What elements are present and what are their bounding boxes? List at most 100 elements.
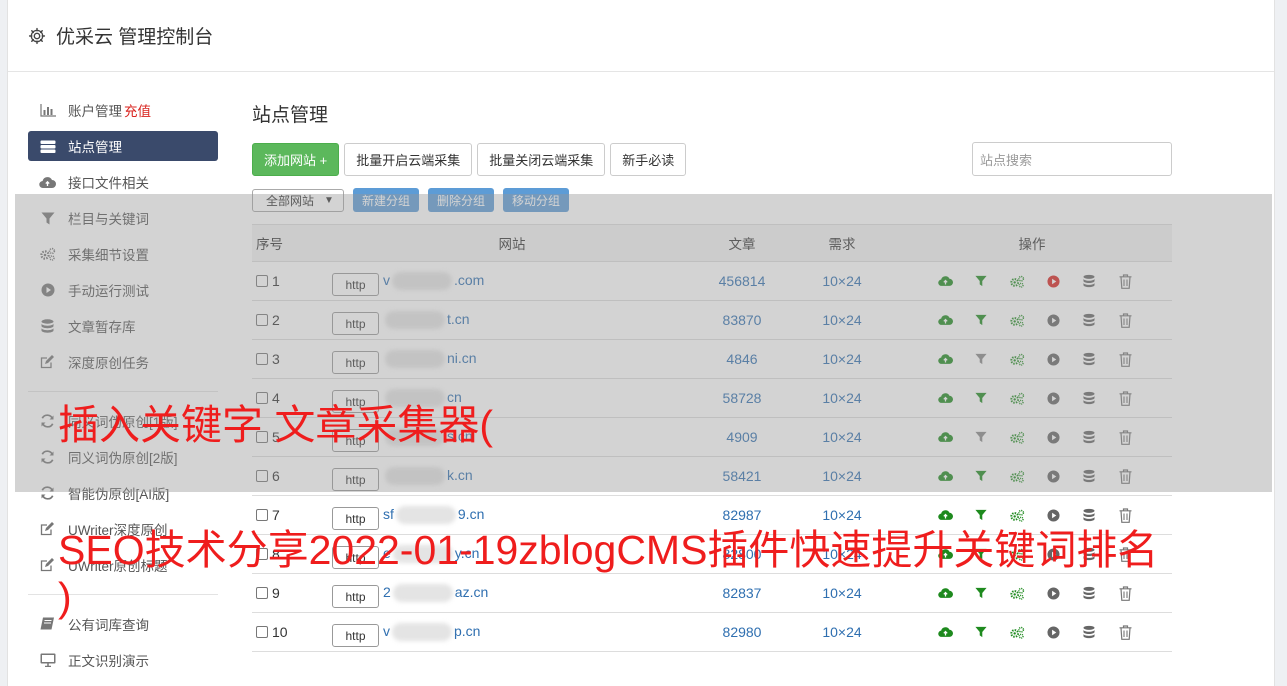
cogs-icon[interactable] <box>999 314 1035 327</box>
row-checkbox[interactable] <box>256 275 268 287</box>
cloud-upload-icon[interactable] <box>927 275 963 287</box>
trash-icon[interactable] <box>1107 351 1143 367</box>
sidebar-item-items-5[interactable]: 手动运行测试 <box>28 275 218 305</box>
play-circle-icon[interactable] <box>1035 313 1071 327</box>
database-icon[interactable] <box>1071 469 1107 483</box>
article-count-link[interactable]: 4846 <box>692 351 792 367</box>
cogs-icon[interactable] <box>999 353 1035 366</box>
trash-icon[interactable] <box>1107 624 1143 640</box>
newbie-guide-button[interactable]: 新手必读 <box>610 142 687 176</box>
site-domain-link[interactable]: v .com <box>383 272 484 291</box>
row-checkbox[interactable] <box>256 626 268 638</box>
cogs-icon[interactable] <box>999 431 1035 444</box>
cogs-icon[interactable] <box>999 275 1035 288</box>
filter-icon[interactable] <box>963 392 999 404</box>
site-group-select[interactable]: 全部网站 ▼ <box>252 188 344 212</box>
site-domain-link[interactable]: ni.cn <box>383 350 477 369</box>
play-circle-icon[interactable] <box>1035 391 1071 405</box>
new-group-button[interactable]: 新建分组 <box>353 188 420 212</box>
sidebar-item-items-3[interactable]: 栏目与关键词 <box>28 203 218 233</box>
filter-icon[interactable] <box>963 587 999 599</box>
article-count-link[interactable]: 58421 <box>692 468 792 484</box>
trash-icon[interactable] <box>1107 273 1143 289</box>
filter-icon[interactable] <box>963 470 999 482</box>
article-count-link[interactable]: 82837 <box>692 585 792 601</box>
demand-link[interactable]: 10×24 <box>792 624 892 640</box>
sidebar-item-items-0[interactable]: 账户管理 充值 <box>28 95 218 125</box>
filter-icon[interactable] <box>963 275 999 287</box>
trash-icon[interactable] <box>1107 429 1143 445</box>
sidebar-item-items-6[interactable]: 文章暂存库 <box>28 311 218 341</box>
cogs-icon[interactable] <box>999 392 1035 405</box>
site-domain-link[interactable]: 2 az.cn <box>383 584 488 603</box>
database-icon[interactable] <box>1071 352 1107 366</box>
cogs-icon[interactable] <box>999 587 1035 600</box>
cloud-upload-icon[interactable] <box>927 314 963 326</box>
protocol-badge[interactable]: http <box>332 624 379 647</box>
protocol-badge[interactable]: http <box>332 351 379 374</box>
article-count-link[interactable]: 58728 <box>692 390 792 406</box>
sidebar-item-items-1[interactable]: 站点管理 <box>28 131 218 161</box>
article-count-link[interactable]: 83870 <box>692 312 792 328</box>
filter-icon[interactable] <box>963 314 999 326</box>
move-group-button[interactable]: 移动分组 <box>503 188 570 212</box>
row-checkbox[interactable] <box>256 470 268 482</box>
sidebar-item-items-4[interactable]: 采集细节设置 <box>28 239 218 269</box>
play-circle-icon[interactable] <box>1035 430 1071 444</box>
batch-open-cloud-button[interactable]: 批量开启云端采集 <box>344 142 473 176</box>
sidebar-item-items-7[interactable]: 深度原创任务 <box>28 347 218 377</box>
play-circle-icon[interactable] <box>1035 274 1071 288</box>
site-domain-link[interactable]: v p.cn <box>383 623 480 642</box>
protocol-badge[interactable]: http <box>332 585 379 608</box>
protocol-badge[interactable]: http <box>332 468 379 491</box>
article-count-link[interactable]: 4909 <box>692 429 792 445</box>
cloud-upload-icon[interactable] <box>927 431 963 443</box>
add-site-button[interactable]: 添加网站 + <box>252 142 340 176</box>
filter-icon[interactable] <box>963 626 999 638</box>
demand-link[interactable]: 10×24 <box>792 468 892 484</box>
demand-link[interactable]: 10×24 <box>792 312 892 328</box>
sidebar-item-items3-0[interactable]: 公有词库查询 <box>28 609 218 639</box>
database-icon[interactable] <box>1071 625 1107 639</box>
site-domain-link[interactable]: t.cn <box>383 311 470 330</box>
trash-icon[interactable] <box>1107 390 1143 406</box>
database-icon[interactable] <box>1071 586 1107 600</box>
filter-icon[interactable] <box>963 431 999 443</box>
protocol-badge[interactable]: http <box>332 312 379 335</box>
sidebar-item-items-2[interactable]: 接口文件相关 <box>28 167 218 197</box>
database-icon[interactable] <box>1071 274 1107 288</box>
delete-group-button[interactable]: 删除分组 <box>428 188 495 212</box>
row-checkbox[interactable] <box>256 353 268 365</box>
cloud-upload-icon[interactable] <box>927 626 963 638</box>
database-icon[interactable] <box>1071 313 1107 327</box>
article-count-link[interactable]: 82980 <box>692 624 792 640</box>
sidebar-item-items3-1[interactable]: 正文识别演示 <box>28 645 218 675</box>
cloud-upload-icon[interactable] <box>927 353 963 365</box>
cogs-icon[interactable] <box>999 470 1035 483</box>
filter-icon[interactable] <box>963 353 999 365</box>
cloud-upload-icon[interactable] <box>927 392 963 404</box>
cogs-icon[interactable] <box>999 626 1035 639</box>
database-icon[interactable] <box>1071 391 1107 405</box>
demand-link[interactable]: 10×24 <box>792 273 892 289</box>
sidebar-item-items2-2[interactable]: 智能伪原创[AI版] <box>28 478 218 508</box>
recharge-link[interactable]: 充值 <box>124 100 151 120</box>
cloud-upload-icon[interactable] <box>927 587 963 599</box>
trash-icon[interactable] <box>1107 585 1143 601</box>
demand-link[interactable]: 10×24 <box>792 390 892 406</box>
row-checkbox[interactable] <box>256 587 268 599</box>
play-circle-icon[interactable] <box>1035 586 1071 600</box>
play-circle-icon[interactable] <box>1035 469 1071 483</box>
batch-close-cloud-button[interactable]: 批量关闭云端采集 <box>477 142 606 176</box>
play-circle-icon[interactable] <box>1035 625 1071 639</box>
trash-icon[interactable] <box>1107 468 1143 484</box>
demand-link[interactable]: 10×24 <box>792 429 892 445</box>
trash-icon[interactable] <box>1107 312 1143 328</box>
database-icon[interactable] <box>1071 430 1107 444</box>
row-checkbox[interactable] <box>256 314 268 326</box>
cloud-upload-icon[interactable] <box>927 470 963 482</box>
protocol-badge[interactable]: http <box>332 273 379 296</box>
demand-link[interactable]: 10×24 <box>792 585 892 601</box>
article-count-link[interactable]: 456814 <box>692 273 792 289</box>
site-search-input[interactable]: 站点搜索 <box>972 142 1172 176</box>
